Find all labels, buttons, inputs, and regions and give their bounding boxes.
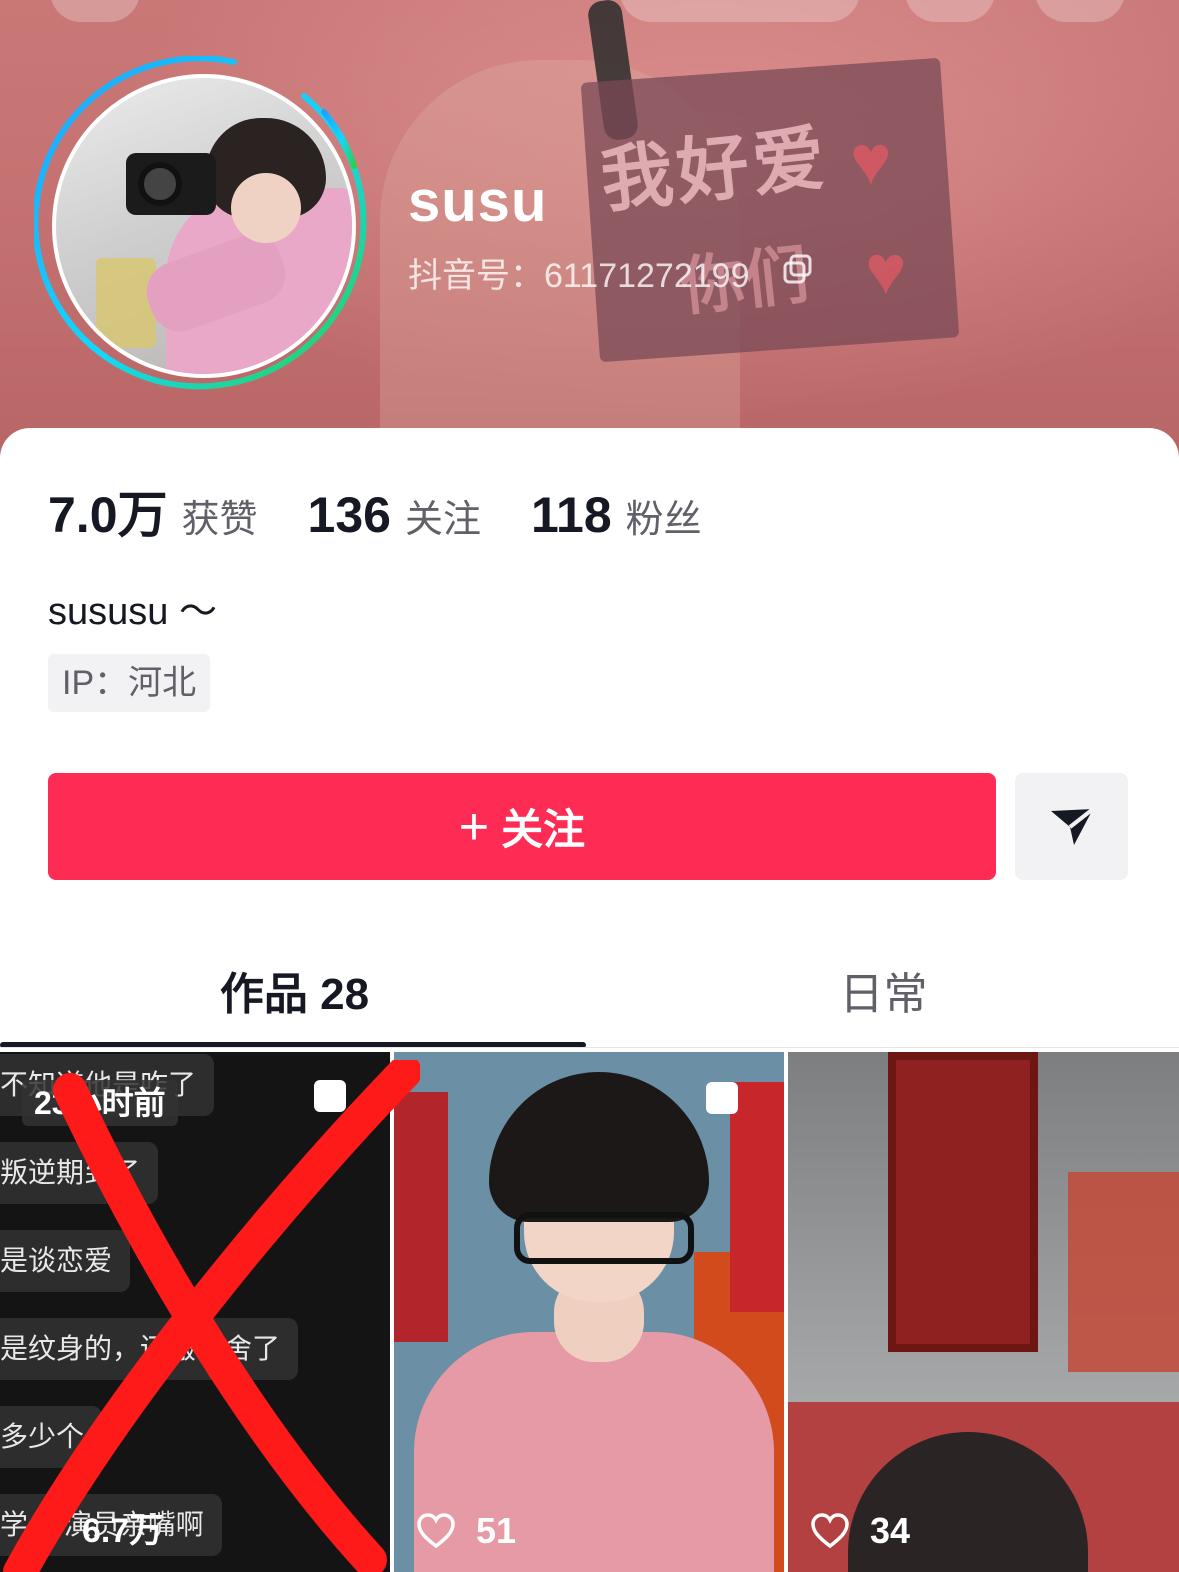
stat-number: 118 — [530, 487, 612, 543]
follow-button[interactable]: + 关注 — [48, 773, 996, 880]
avatar-bg-object — [96, 258, 156, 348]
time-badge: 23小时前 — [22, 1080, 178, 1126]
douyin-id: 抖音号：61171272199 — [408, 257, 750, 295]
like-count: 34 — [810, 1510, 910, 1552]
tile-phone-booth — [888, 1052, 1038, 1352]
like-count-value: 51 — [476, 1510, 517, 1551]
copy-icon[interactable] — [782, 253, 814, 285]
message-button[interactable] — [1015, 773, 1128, 880]
stat-label: 获赞 — [181, 499, 258, 541]
tile-barrier — [1068, 1172, 1179, 1372]
heart-icon: ♥ — [850, 121, 892, 199]
stat-label: 关注 — [404, 499, 481, 541]
tab-works[interactable]: 作品 28 — [0, 950, 589, 1030]
profile-bio: sususu ～ — [48, 591, 217, 633]
chat-bubble: 叛逆期到了 — [0, 1142, 159, 1204]
tile-bg-banner — [730, 1082, 784, 1312]
heart-outline-icon — [417, 1513, 455, 1549]
stats-row: 7.0万 获赞 136 关注 118 粉丝 — [48, 475, 752, 547]
stat-number: 7.0万 — [48, 487, 168, 543]
video-grid: 不知道他是咋了 叛逆期到了 是谈恋爱 是纹身的，还搬出舍了 多少个 学 当演员亲… — [0, 1052, 1179, 1572]
stat-following[interactable]: 136 关注 — [308, 486, 481, 544]
multi-image-icon — [314, 1080, 346, 1112]
chat-bubble: 多少个 — [0, 1406, 103, 1468]
chat-bubble: 是谈恋爱 — [0, 1230, 131, 1292]
stat-followers[interactable]: 118 粉丝 — [531, 486, 702, 544]
search-bar[interactable] — [620, 0, 860, 22]
camera-lens — [138, 162, 182, 206]
multi-image-icon — [706, 1082, 738, 1114]
view-count: 6.7万 — [82, 1512, 164, 1550]
avatar-face — [231, 173, 301, 243]
follow-button-label: 关注 — [501, 806, 586, 853]
content-tabs: 作品 28 日常 — [0, 950, 1179, 1048]
tile-glasses — [514, 1212, 694, 1264]
video-tile[interactable]: 34 — [788, 1052, 1179, 1572]
like-count-value: 34 — [870, 1510, 911, 1551]
stat-likes[interactable]: 7.0万 获赞 — [48, 475, 258, 547]
plus-icon: + — [458, 797, 490, 856]
send-icon — [1050, 806, 1094, 845]
chat-bubble: 是纹身的，还搬出舍了 — [0, 1318, 299, 1380]
tab-divider — [0, 1047, 1179, 1048]
tile-hair — [489, 1072, 709, 1222]
avatar[interactable] — [52, 74, 356, 378]
ip-location-tag: IP：河北 — [48, 654, 211, 712]
stat-number: 136 — [307, 487, 391, 543]
tab-daily[interactable]: 日常 — [589, 950, 1178, 1030]
heart-icon: ♥ — [865, 231, 907, 309]
profile-username: susu — [408, 169, 548, 234]
video-tile[interactable]: 不知道他是咋了 叛逆期到了 是谈恋爱 是纹身的，还搬出舍了 多少个 学 当演员亲… — [0, 1052, 390, 1572]
heart-outline-icon — [811, 1513, 849, 1549]
video-tile[interactable]: 51 — [394, 1052, 784, 1572]
tile-bg-banner — [394, 1092, 448, 1342]
like-count: 51 — [416, 1510, 516, 1552]
stat-label: 粉丝 — [625, 499, 702, 541]
